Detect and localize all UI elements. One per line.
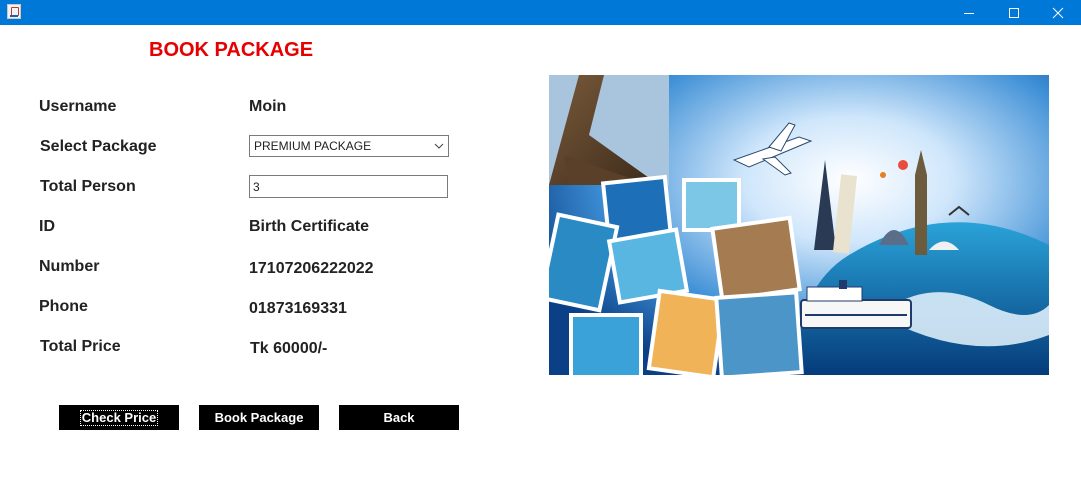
back-button[interactable]: Back (339, 405, 459, 430)
check-price-button[interactable]: Check Price (59, 405, 179, 430)
back-label: Back (383, 410, 415, 425)
username-value: Moin (249, 98, 287, 115)
persons-label: Total Person (40, 178, 136, 195)
minimize-icon (964, 12, 974, 14)
phone-value: 01873169331 (249, 300, 347, 317)
id-value: Birth Certificate (249, 218, 370, 235)
package-select-value: PREMIUM PACKAGE (254, 139, 372, 153)
travel-collage-image (549, 75, 1049, 375)
check-price-label: Check Price (79, 409, 159, 426)
package-label: Select Package (40, 138, 157, 155)
username-label: Username (39, 98, 117, 115)
persons-input[interactable]: 3 (249, 175, 448, 198)
close-icon (1052, 7, 1064, 18)
chevron-down-icon (434, 143, 444, 149)
package-select[interactable]: PREMIUM PACKAGE (249, 135, 449, 157)
java-app-icon (7, 4, 21, 19)
number-value: 17107206222022 (249, 260, 374, 277)
book-package-label: Book Package (214, 410, 304, 425)
number-label: Number (39, 258, 100, 275)
price-value: Tk 60000/- (250, 340, 328, 357)
page-title: BOOK PACKAGE (149, 39, 314, 61)
price-label: Total Price (40, 338, 121, 355)
phone-label: Phone (39, 298, 88, 315)
minimize-button[interactable] (946, 0, 992, 25)
close-button[interactable] (1035, 0, 1081, 25)
title-bar[interactable] (0, 0, 1081, 25)
maximize-button[interactable] (991, 0, 1037, 25)
maximize-icon (1009, 7, 1019, 18)
id-label: ID (39, 218, 55, 235)
book-package-button[interactable]: Book Package (199, 405, 319, 430)
